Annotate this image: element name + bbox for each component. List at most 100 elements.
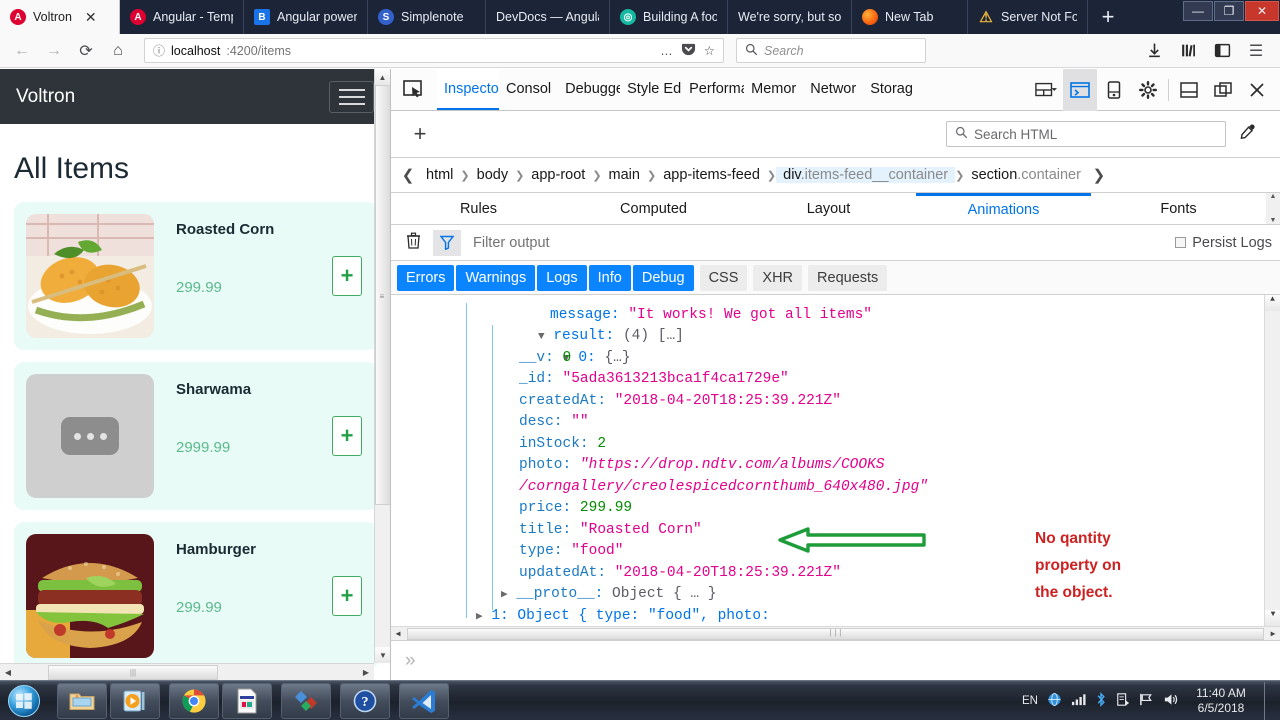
- sidebar-tabs-scrollbar[interactable]: ▲ ▼: [1266, 193, 1280, 224]
- filter-requests-button[interactable]: Requests: [808, 264, 888, 291]
- google-chrome-icon[interactable]: [169, 682, 219, 719]
- tab-style-editor[interactable]: Style Edit: [620, 69, 682, 110]
- page-horizontal-scrollbar[interactable]: ◀ ||| ▶: [0, 663, 374, 680]
- browser-tab-devdocs[interactable]: DevDocs — Angular: [486, 0, 610, 34]
- breadcrumb-scroll-right[interactable]: ❯: [1088, 166, 1110, 184]
- network-globe-icon[interactable]: [1047, 692, 1062, 710]
- address-bar[interactable]: ⓘ localhost:4200/items … ☆: [144, 38, 724, 63]
- breadcrumb-node-html[interactable]: html: [419, 167, 460, 183]
- funnel-icon[interactable]: [433, 229, 461, 256]
- tab-layout[interactable]: Layout: [741, 193, 916, 224]
- page-vertical-scrollbar[interactable]: ▲ ≡ ▼: [374, 69, 391, 663]
- filter-css-button[interactable]: CSS: [699, 264, 748, 291]
- clock[interactable]: 11:40 AM 6/5/2018: [1187, 686, 1255, 716]
- help-icon[interactable]: ?: [340, 682, 390, 719]
- breadcrumb-node-app-root[interactable]: app-root: [524, 167, 592, 183]
- scroll-down-arrow[interactable]: ▼: [1265, 610, 1280, 626]
- tab-inspector[interactable]: Inspecto: [437, 69, 499, 110]
- close-devtools-icon[interactable]: [1240, 69, 1274, 111]
- list-item[interactable]: Roasted Corn 299.99 +: [14, 202, 378, 350]
- tab-animations[interactable]: Animations: [916, 193, 1091, 224]
- scroll-right-arrow[interactable]: ▶: [358, 668, 374, 677]
- breadcrumb-node-section-container[interactable]: section.container: [964, 167, 1088, 183]
- tab-storage[interactable]: Storag: [863, 69, 920, 110]
- scroll-up-arrow[interactable]: ▲: [1270, 193, 1277, 200]
- dock-separate-window-icon[interactable]: [1206, 69, 1240, 111]
- split-layout-icon[interactable]: [1029, 69, 1063, 111]
- browser-tab-simplenote[interactable]: S Simplenote: [368, 0, 486, 34]
- add-to-cart-button[interactable]: +: [332, 256, 362, 296]
- console-line-index-1[interactable]: ▶ 1: Object { type: "food", photo:: [391, 606, 1264, 627]
- file-explorer-icon[interactable]: [57, 682, 107, 719]
- tray-language[interactable]: EN: [1022, 695, 1038, 707]
- browser-tab-were-sorry[interactable]: We're sorry, but som: [728, 0, 852, 34]
- expand-twisty-icon[interactable]: ▶: [476, 611, 483, 623]
- tab-debugger[interactable]: Debugge: [558, 69, 620, 110]
- expand-twisty-icon[interactable]: ▶: [501, 589, 508, 601]
- breadcrumb-node-app-items-feed[interactable]: app-items-feed: [656, 167, 767, 183]
- scroll-up-arrow[interactable]: ▲: [1265, 295, 1280, 311]
- list-item[interactable]: Hamburger 299.99 +: [14, 522, 378, 670]
- breadcrumb-node-main[interactable]: main: [602, 167, 647, 183]
- persist-logs-checkbox[interactable]: [1175, 237, 1187, 248]
- tab-fonts[interactable]: Fonts: [1091, 193, 1266, 224]
- breadcrumb-node-div-items-feed-container[interactable]: div.items-feed__container: [776, 167, 956, 183]
- prop-value[interactable]: "https://drop.ndtv.com/albums/COOKS: [580, 457, 885, 473]
- browser-tab-angular-templ[interactable]: A Angular - Templ: [120, 0, 244, 34]
- pocket-icon[interactable]: [681, 42, 696, 60]
- library-icon[interactable]: [1176, 38, 1200, 64]
- list-item[interactable]: Sharwama 2999.99 +: [14, 362, 378, 510]
- settings-gear-icon[interactable]: [1131, 69, 1165, 111]
- tab-console[interactable]: Consol: [499, 69, 558, 110]
- signal-bars-icon[interactable]: [1071, 693, 1086, 709]
- console-line-index-0[interactable]: ▼ 0: {…}: [391, 326, 1264, 366]
- console-horizontal-scrollbar[interactable]: ◀ ||| ▶: [391, 626, 1280, 640]
- paint-net-icon[interactable]: [281, 682, 331, 719]
- tab-performance[interactable]: Performan: [682, 69, 744, 110]
- sidebar-icon[interactable]: [1210, 38, 1234, 64]
- forward-button[interactable]: →: [40, 38, 68, 64]
- browser-tab-building-a-food[interactable]: ◎ Building A food: [610, 0, 728, 34]
- media-player-icon[interactable]: [110, 682, 160, 719]
- console-vertical-scrollbar[interactable]: ▲ ▼: [1264, 295, 1280, 626]
- page-actions-icon[interactable]: …: [660, 44, 673, 58]
- volume-icon[interactable]: [1163, 692, 1178, 710]
- tab-memory[interactable]: Memor: [744, 69, 803, 110]
- trash-icon[interactable]: [399, 232, 427, 254]
- persist-logs-toggle[interactable]: Persist Logs: [1175, 235, 1272, 251]
- filter-debug-button[interactable]: Debug: [632, 264, 694, 291]
- start-orb-icon[interactable]: [0, 682, 48, 720]
- breadcrumb-node-body[interactable]: body: [470, 167, 515, 183]
- scroll-up-arrow[interactable]: ▲: [375, 69, 390, 85]
- bookmark-star-icon[interactable]: ☆: [704, 43, 715, 58]
- scroll-down-arrow[interactable]: ▼: [1270, 217, 1277, 224]
- filter-info-button[interactable]: Info: [588, 264, 631, 291]
- scrollbar-thumb[interactable]: |||: [407, 627, 1264, 640]
- eyedropper-icon[interactable]: [1226, 123, 1270, 146]
- filter-logs-button[interactable]: Logs: [537, 264, 587, 291]
- filter-xhr-button[interactable]: XHR: [753, 264, 803, 291]
- console-line-result[interactable]: ▼ result: (4) […]: [391, 305, 1264, 344]
- scrollbar-thumb[interactable]: |||: [48, 664, 218, 680]
- close-window-button[interactable]: ✕: [1245, 1, 1279, 21]
- tab-rules[interactable]: Rules: [391, 193, 566, 224]
- home-button[interactable]: ⌂: [104, 38, 132, 64]
- downloads-icon[interactable]: [1142, 38, 1166, 64]
- filter-output-input[interactable]: Filter output: [467, 235, 550, 251]
- new-tab-button[interactable]: +: [1088, 0, 1128, 34]
- reload-button[interactable]: ⟳: [72, 38, 100, 64]
- scroll-down-arrow[interactable]: ▼: [375, 647, 391, 663]
- expand-more-icon[interactable]: »: [405, 650, 416, 672]
- browser-tab-server-not-found[interactable]: ⚠ Server Not Found: [968, 0, 1088, 34]
- app-menu-icon[interactable]: ☰: [1244, 38, 1268, 64]
- browser-tab-new-tab[interactable]: New Tab: [852, 0, 968, 34]
- element-picker-icon[interactable]: [391, 69, 437, 110]
- search-input[interactable]: Search: [736, 38, 926, 63]
- minimize-button[interactable]: —: [1183, 1, 1213, 21]
- breadcrumb-scroll-left[interactable]: ❮: [397, 166, 419, 184]
- text-editor-icon[interactable]: [222, 682, 272, 719]
- add-to-cart-button[interactable]: +: [332, 416, 362, 456]
- info-icon[interactable]: ⓘ: [153, 42, 165, 59]
- prop-value-continued[interactable]: /corngallery/creolespicedcornthumb_640x4…: [519, 479, 928, 495]
- scroll-right-arrow[interactable]: ▶: [1266, 629, 1280, 639]
